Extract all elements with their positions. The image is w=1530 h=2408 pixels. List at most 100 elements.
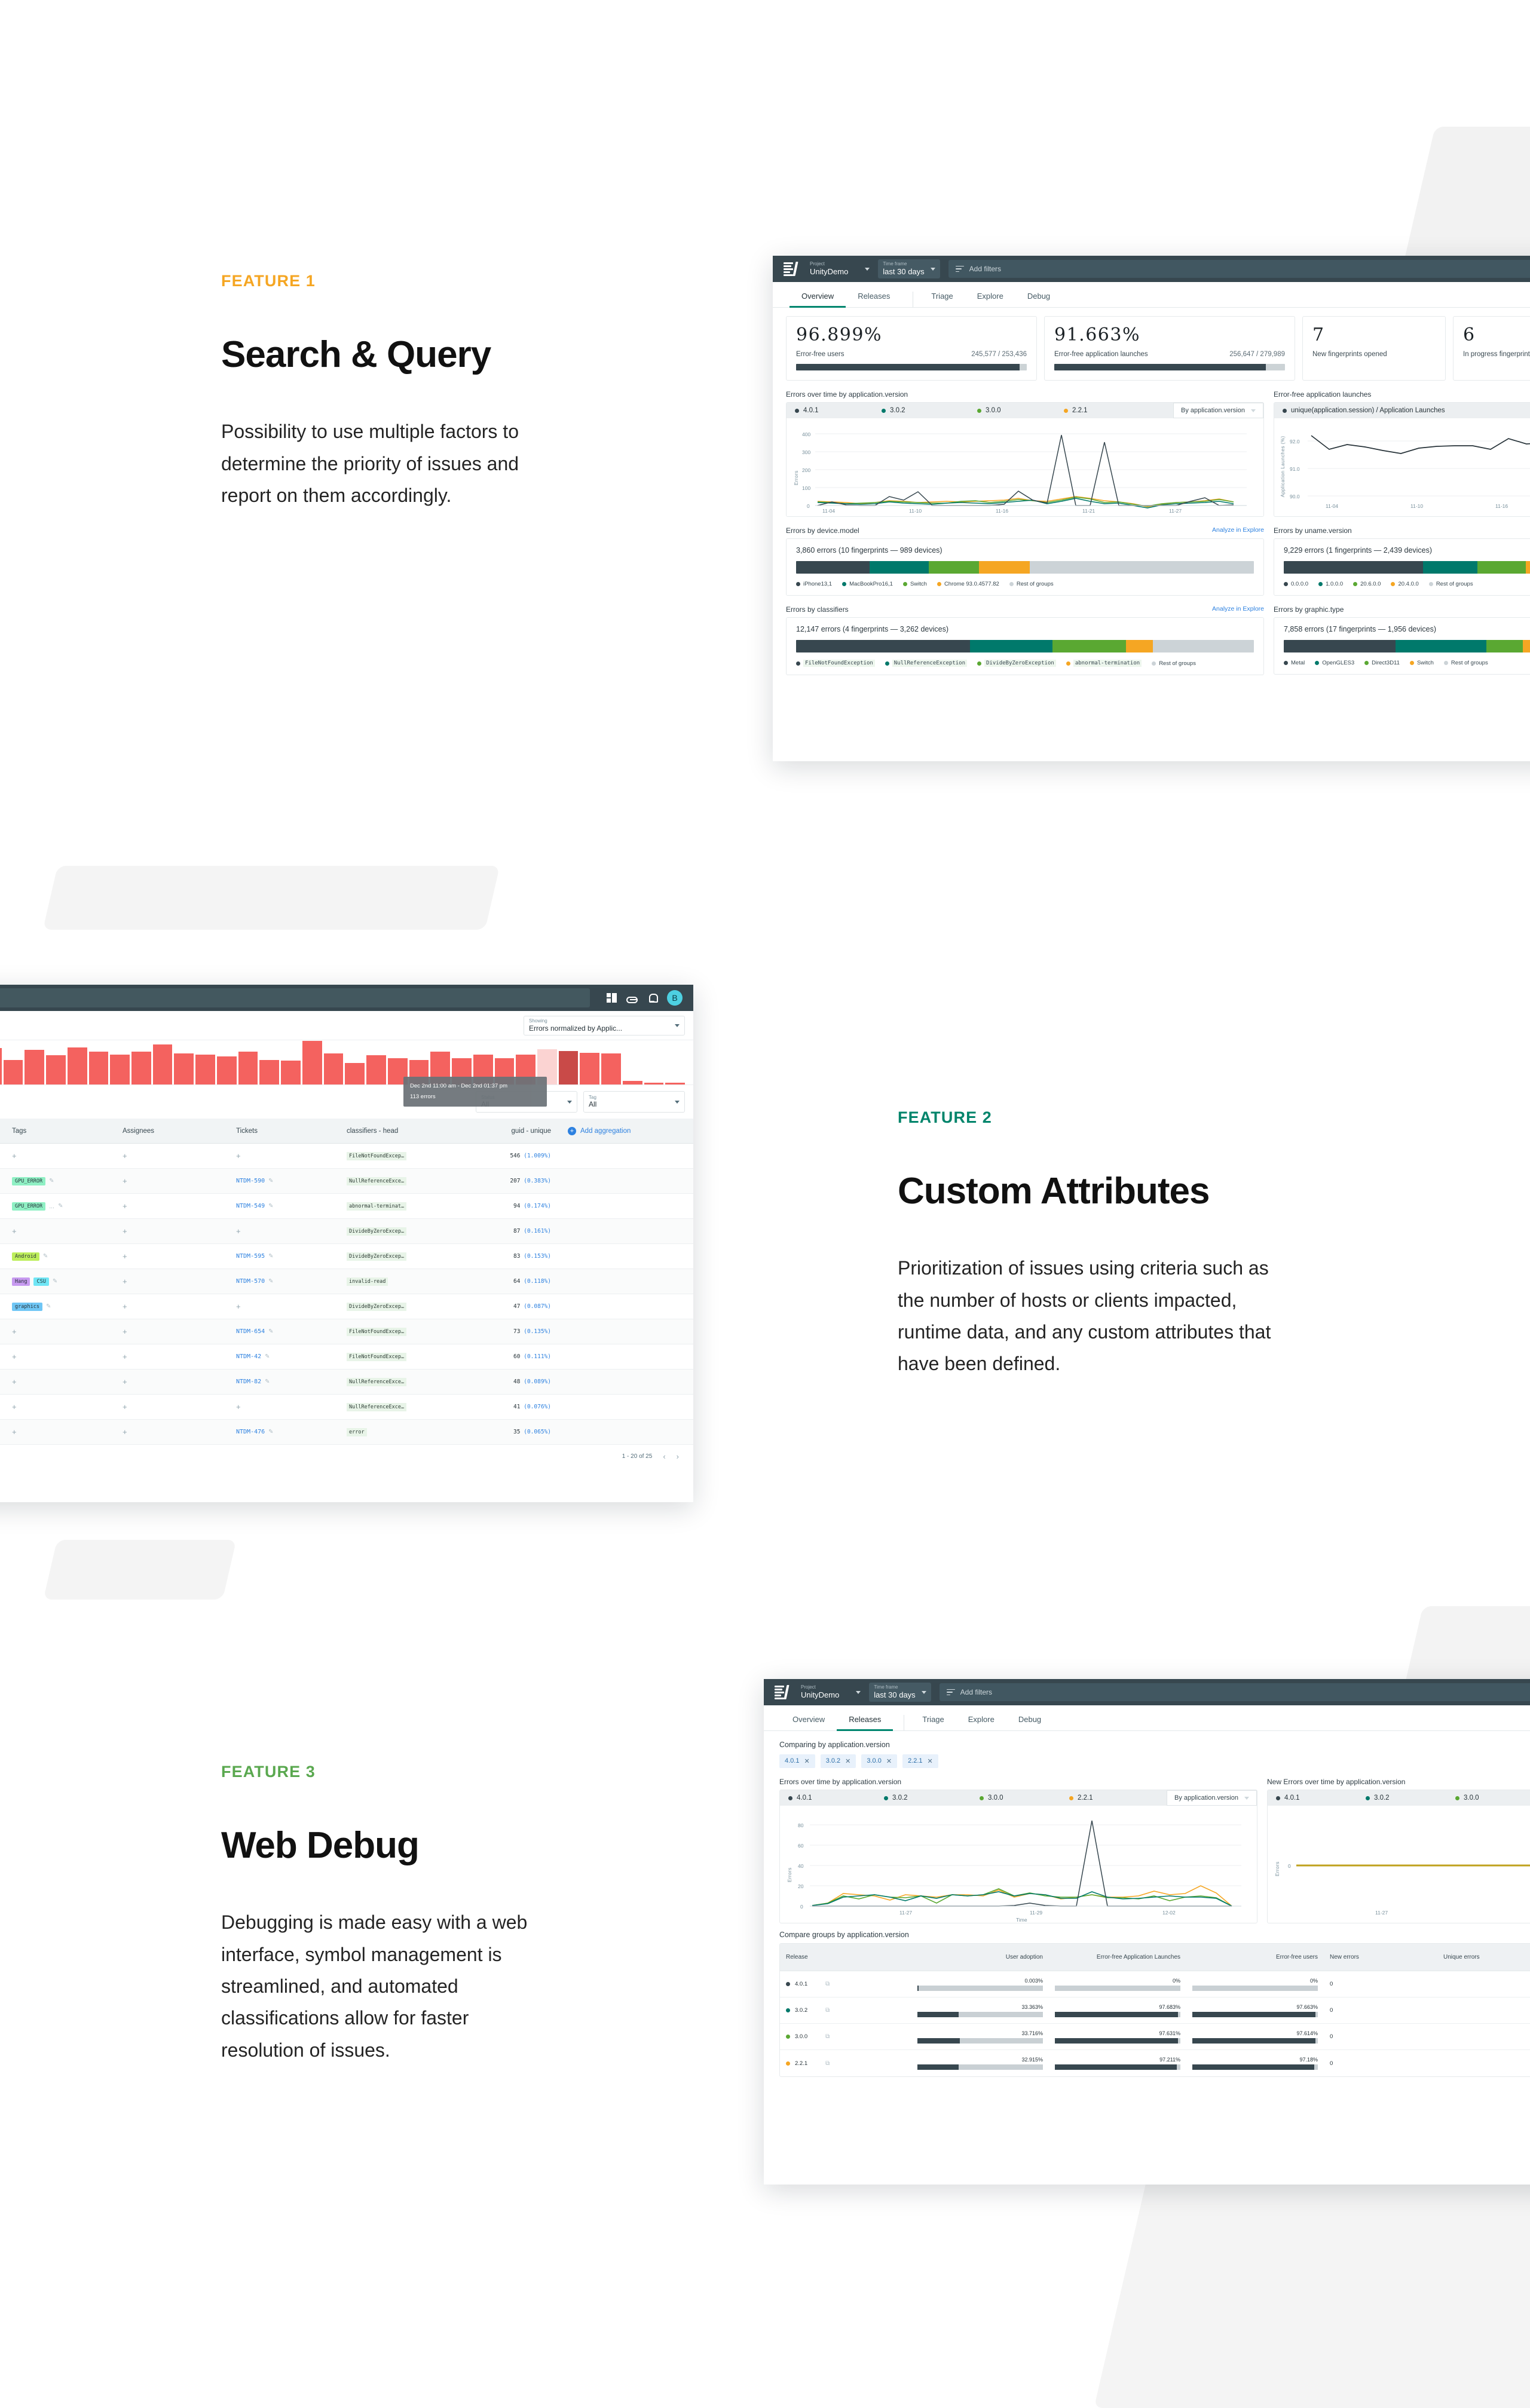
add-ticket-icon[interactable]: + — [236, 1402, 241, 1411]
compare-table-row[interactable]: 3.0.0 ⧉ 33.716% 97.631% 97.614% 0 25 — [780, 2024, 1530, 2050]
edit-pencil-icon[interactable]: ✎ — [53, 1278, 57, 1285]
edit-pencil-icon[interactable]: ✎ — [268, 1328, 273, 1335]
th-assignees[interactable]: Assignees — [114, 1128, 228, 1135]
add-assignee-icon[interactable]: + — [123, 1277, 127, 1286]
add-tag-icon[interactable]: + — [12, 1151, 17, 1160]
add-tag-icon[interactable]: + — [12, 1352, 17, 1361]
legend-item-302[interactable]: 3.0.2 — [1366, 1794, 1455, 1802]
add-assignee-icon[interactable]: + — [123, 1151, 127, 1160]
timeframe-selector[interactable]: Time frame last 30 days — [869, 1683, 931, 1702]
legend-item-300[interactable]: 3.0.0 — [1455, 1794, 1479, 1802]
dist-legend-item[interactable]: Rest of groups — [1428, 581, 1473, 587]
compare-table-row[interactable]: 2.2.1 ⧉ 32.915% 97.211% 97.18% 0 24 — [780, 2050, 1530, 2076]
project-chevron-down-icon[interactable] — [856, 1690, 861, 1694]
edit-pencil-icon[interactable]: ✎ — [268, 1429, 273, 1435]
th-tickets[interactable]: Tickets — [228, 1128, 338, 1135]
stack-segment[interactable] — [1052, 640, 1126, 652]
add-tag-icon[interactable]: + — [12, 1402, 17, 1411]
stack-segment[interactable] — [796, 640, 971, 652]
row-tag[interactable]: GPU_ERROR — [12, 1177, 46, 1185]
row-ticket[interactable]: NTDM-42 — [236, 1353, 261, 1360]
add-ticket-icon[interactable]: + — [236, 1227, 241, 1236]
group-by-select[interactable]: By application.version — [1166, 1790, 1257, 1806]
table-row[interactable]: 2021-12-02 17:16 doAssertFailMsg12 GPU_E… — [0, 1194, 693, 1219]
analyze-in-explore-link[interactable]: Analyze in Explore — [1212, 605, 1264, 612]
next-page-button[interactable]: › — [677, 1452, 679, 1461]
close-icon[interactable]: ✕ — [804, 1757, 809, 1765]
add-filters-input[interactable]: Add filters — [939, 1683, 1530, 1701]
table-row[interactable]: 2021-12-02 18:46 Asteroid.AsteroidHitBy…… — [0, 1169, 693, 1194]
dist-legend-item[interactable]: Switch — [1409, 660, 1434, 666]
stack-segment[interactable] — [1525, 561, 1530, 574]
th-guid[interactable]: guid - unique — [449, 1128, 559, 1135]
add-tag-icon[interactable]: + — [12, 1327, 17, 1336]
legend-item-221[interactable]: 2.2.1 — [1064, 407, 1088, 414]
dist-legend-item[interactable]: Chrome 93.0.4577.82 — [937, 581, 999, 587]
dashboard-icon[interactable] — [607, 992, 617, 1003]
table-row[interactable]: 2021-12-02 18:28 AsteraX+<…>6 + + + Null… — [0, 1395, 693, 1420]
row-tag[interactable]: Android — [12, 1252, 39, 1261]
add-assignee-icon[interactable]: + — [123, 1327, 127, 1336]
add-assignee-icon[interactable]: + — [123, 1177, 127, 1185]
avatar[interactable]: B — [667, 990, 683, 1006]
row-tag[interactable]: graphics — [12, 1302, 42, 1311]
row-tag[interactable]: GPU_ERROR — [12, 1202, 46, 1211]
external-link-icon[interactable]: ⧉ — [825, 2060, 830, 2067]
dist-legend-item[interactable]: NullReferenceException — [885, 660, 968, 667]
stack-segment[interactable] — [1486, 640, 1523, 652]
stack-segment[interactable] — [1284, 561, 1423, 574]
dist-legend-item[interactable]: 1.0.0.0 — [1318, 581, 1343, 587]
legend-item-401[interactable]: 4.0.1 — [788, 1794, 884, 1802]
row-ticket[interactable]: NTDM-476 — [236, 1429, 265, 1435]
chevron-down-icon[interactable] — [675, 1024, 680, 1028]
dist-legend-item[interactable]: 20.6.0.0 — [1353, 581, 1381, 587]
dist-legend-item[interactable]: iPhone13,1 — [796, 581, 832, 587]
th-classifiers[interactable]: classifiers - head — [338, 1128, 449, 1135]
close-icon[interactable]: ✕ — [845, 1757, 850, 1765]
external-link-icon[interactable]: ⧉ — [825, 2007, 830, 2014]
close-icon[interactable]: ✕ — [886, 1757, 892, 1765]
bell-icon[interactable] — [647, 993, 658, 1003]
version-chip[interactable]: 3.0.2 ✕ — [820, 1754, 856, 1768]
compare-table-row[interactable]: 4.0.1 ⧉ 0.003% 0% 0% 0 3 — [780, 1971, 1530, 1998]
dist-legend-item[interactable]: Metal — [1284, 660, 1305, 666]
version-chip[interactable]: 2.2.1 ✕ — [902, 1754, 938, 1768]
dist-legend-item[interactable]: 20.4.0.0 — [1391, 581, 1419, 587]
legend-item-401[interactable]: 4.0.1 — [1276, 1794, 1366, 1802]
table-row[interactable]: 2021-12-02 17:25 System.IO.FileStream. .… — [0, 1319, 693, 1344]
previous-page-button[interactable]: ‹ — [663, 1452, 665, 1461]
dist-legend-item[interactable]: Rest of groups — [1152, 660, 1196, 667]
external-link-icon[interactable]: ⧉ — [825, 2033, 830, 2040]
version-chip[interactable]: 3.0.0 ✕ — [861, 1754, 898, 1768]
row-ticket[interactable]: NTDM-590 — [236, 1178, 265, 1184]
table-row[interactable]: 2021-12-02 18:36 AsteraX.GetGyroscopeDe…… — [0, 1294, 693, 1319]
edit-pencil-icon[interactable]: ✎ — [46, 1303, 51, 1310]
stack-segment[interactable] — [1284, 640, 1396, 652]
table-row[interactable]: 2021-12-02 17:43 UnityEngine.Debug:LogE…… — [0, 1420, 693, 1445]
tab-debug[interactable]: Debug — [1006, 1715, 1053, 1730]
stack-segment[interactable] — [970, 640, 1052, 652]
add-ticket-icon[interactable]: + — [236, 1302, 241, 1311]
legend-item-300[interactable]: 3.0.0 — [980, 1794, 1069, 1802]
stack-segment[interactable] — [1029, 561, 1254, 574]
dist-legend-item[interactable]: Rest of groups — [1009, 581, 1054, 587]
table-row[interactable]: 2021-12-02 17:36 RaiseException21 HangCS… — [0, 1269, 693, 1294]
stack-segment[interactable] — [1396, 640, 1487, 652]
tab-explore[interactable]: Explore — [956, 1715, 1006, 1730]
th-tags[interactable]: Tags — [4, 1128, 114, 1135]
stack-segment[interactable] — [979, 561, 1030, 574]
compare-table-row[interactable]: 3.0.2 ⧉ 33.363% 97.683% 97.663% 0 25 — [780, 1998, 1530, 2024]
group-by-select[interactable]: By application.version — [1173, 403, 1263, 418]
row-tag[interactable]: CSU — [33, 1277, 49, 1286]
edit-pencil-icon[interactable]: ✎ — [268, 1203, 273, 1209]
table-row[interactable]: 2021-12-02 18:02 Asteroid.AsteroidHitBy…… — [0, 1370, 693, 1395]
row-ticket[interactable]: NTDM-570 — [236, 1278, 265, 1285]
add-filters-input[interactable]: Add filters — [948, 260, 1530, 278]
add-assignee-icon[interactable]: + — [123, 1252, 127, 1261]
analyze-in-explore-link[interactable]: Analyze in Explore — [1212, 526, 1264, 534]
triage-filter-bar[interactable] — [0, 988, 590, 1007]
legend-item-unique-session[interactable]: unique(application.session) / Applicatio… — [1283, 407, 1445, 414]
legend-item-221[interactable]: 2.2.1 — [1069, 1794, 1093, 1802]
edit-pencil-icon[interactable]: ✎ — [268, 1178, 273, 1184]
more-tags-ellipsis[interactable]: … — [49, 1203, 54, 1209]
